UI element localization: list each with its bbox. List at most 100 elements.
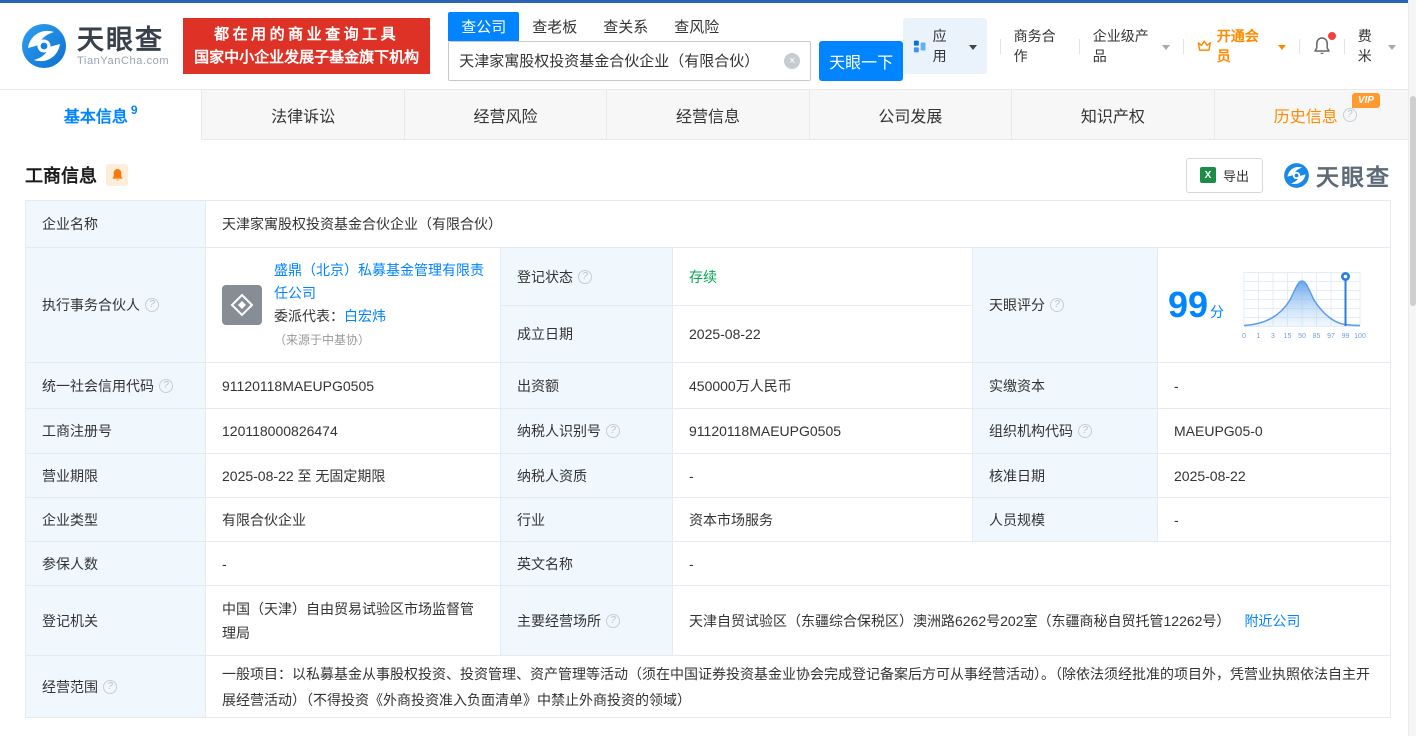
help-icon[interactable] — [1342, 107, 1357, 122]
search-area: 查公司 查老板 查关系 查风险 天眼一下 — [448, 11, 904, 81]
registration-status-value: 存续 — [673, 248, 973, 306]
tab-basic-info[interactable]: 基本信息 9 — [0, 90, 203, 140]
tab-business-risk[interactable]: 经营风险 — [404, 90, 608, 140]
credit-code-label: 统一社会信用代码 — [26, 363, 206, 409]
search-button[interactable]: 天眼一下 — [819, 40, 904, 81]
english-name-label: 英文名称 — [501, 542, 673, 586]
nav-business-cooperation[interactable]: 商务合作 — [1014, 26, 1066, 66]
executive-partner-value: 盛鼎（北京）私募基金管理有限责任公司 委派代表：白宏炜 （来源于中基协） — [206, 248, 501, 363]
search-input[interactable] — [449, 52, 785, 69]
help-icon[interactable] — [1078, 424, 1092, 438]
tianyancha-logo[interactable]: 天眼查 TianYanCha.com — [20, 22, 169, 70]
status-badge: 存续 — [689, 268, 717, 285]
business-scope-label: 经营范围 — [26, 656, 206, 717]
search-tabs: 查公司 查老板 查关系 查风险 — [448, 11, 903, 41]
search-tab-boss[interactable]: 查老板 — [519, 12, 590, 41]
enterprise-products-label: 企业级产品 — [1092, 28, 1149, 64]
svg-text:1: 1 — [1257, 333, 1261, 340]
apps-label: 应用 — [932, 28, 947, 64]
help-icon[interactable] — [1050, 298, 1064, 312]
taxpayer-quality-value: - — [673, 454, 973, 498]
search-tab-risk[interactable]: 查风险 — [661, 12, 732, 41]
help-icon[interactable] — [606, 424, 620, 438]
tab-label: 经营风险 — [473, 108, 538, 126]
divider — [1183, 38, 1185, 54]
tianyancha-watermark-icon — [1284, 162, 1309, 188]
tab-label: 公司发展 — [878, 108, 943, 126]
search-clear-icon[interactable] — [784, 52, 801, 69]
registration-authority-value: 中国（天津）自由贸易试验区市场监督管理局 — [206, 586, 501, 656]
company-name-label: 企业名称 — [26, 201, 206, 248]
partner-company-link[interactable]: 盛鼎（北京）私募基金管理有限责任公司 — [274, 262, 484, 301]
excel-icon — [1199, 167, 1216, 183]
site-header: 天眼查 TianYanCha.com 都在用的商业查询工具 国家中小企业发展子基… — [0, 3, 1416, 89]
svg-text:15: 15 — [1284, 333, 1292, 340]
tianyancha-logo-icon — [22, 24, 66, 68]
watermark-brand: 天眼查 — [1316, 164, 1391, 190]
establish-date-label: 成立日期 — [501, 306, 673, 363]
org-code-value: MAEUPG05-0 — [1158, 409, 1390, 454]
establish-date-value: 2025-08-22 — [673, 306, 973, 363]
staff-size-value: - — [1158, 498, 1390, 542]
tab-intellectual-property[interactable]: 知识产权 — [1012, 90, 1215, 140]
staff-size-label: 人员规模 — [973, 498, 1158, 542]
credit-code-value: 91120118MAEUPG0505 — [206, 363, 501, 409]
executive-partner-label: 执行事务合伙人 — [26, 248, 206, 363]
scrollbar-thumb[interactable] — [1410, 96, 1416, 306]
industry-label: 行业 — [501, 498, 673, 542]
tianyan-score-value: 99 分 0 1 3 15 50 85 97 99 100 — [1158, 248, 1390, 363]
username: 费米 — [1357, 28, 1372, 64]
chevron-down-icon — [1162, 44, 1171, 54]
apps-menu[interactable]: 应用 — [903, 18, 987, 74]
svg-text:85: 85 — [1313, 333, 1321, 340]
company-tabbar: 基本信息 9 法律诉讼 经营风险 经营信息 公司发展 知识产权 VIP 历史信息 — [0, 89, 1416, 140]
subscribe-bell-button[interactable] — [106, 164, 128, 186]
search-tab-relation[interactable]: 查关系 — [590, 12, 661, 41]
nav-enterprise-products[interactable]: 企业级产品 — [1092, 26, 1171, 66]
nearby-companies-link[interactable]: 附近公司 — [1244, 609, 1300, 633]
divider — [999, 38, 1001, 54]
divider — [1078, 38, 1080, 54]
partner-company-logo-icon[interactable] — [222, 285, 262, 325]
help-icon[interactable] — [578, 269, 592, 284]
tab-history-info[interactable]: VIP 历史信息 — [1214, 90, 1416, 140]
nav-open-vip[interactable]: 开通会员 — [1197, 26, 1286, 66]
approval-date-value: 2025-08-22 — [1158, 454, 1390, 498]
tab-label: 经营信息 — [675, 108, 740, 126]
registration-number-label: 工商注册号 — [26, 409, 206, 454]
tab-company-development[interactable]: 公司发展 — [809, 90, 1013, 140]
help-icon[interactable] — [145, 298, 159, 312]
delegate-rep-link[interactable]: 白宏炜 — [344, 308, 386, 324]
business-address-label: 主要经营场所 — [501, 586, 673, 656]
help-icon[interactable] — [159, 378, 173, 393]
svg-text:0: 0 — [1242, 333, 1246, 340]
svg-text:100: 100 — [1354, 333, 1366, 340]
svg-text:3: 3 — [1271, 333, 1275, 340]
capital-label: 出资额 — [501, 363, 673, 409]
notification-bell-icon[interactable] — [1313, 32, 1336, 56]
svg-text:99: 99 — [1342, 333, 1350, 340]
search-tab-company[interactable]: 查公司 — [448, 11, 520, 41]
tab-business-info[interactable]: 经营信息 — [607, 90, 810, 140]
insured-count-label: 参保人数 — [26, 542, 206, 586]
help-icon[interactable] — [606, 613, 620, 628]
slogan-line2: 国家中小企业发展子基金旗下机构 — [194, 49, 420, 66]
taxpayer-id-label: 纳税人识别号 — [501, 409, 673, 454]
english-name-value: - — [673, 542, 1390, 586]
scrollbar[interactable] — [1408, 0, 1416, 736]
user-menu[interactable]: 费米 — [1357, 26, 1397, 66]
taxpayer-id-value: 91120118MAEUPG0505 — [673, 409, 973, 454]
tab-legal-proceedings[interactable]: 法律诉讼 — [202, 90, 405, 140]
tab-label: 历史信息 — [1273, 108, 1338, 126]
business-address-value: 天津自贸试验区（东疆综合保税区）澳洲路6262号202室（东疆商秘自贸托管122… — [673, 586, 1390, 656]
svg-text:50: 50 — [1298, 333, 1306, 340]
business-term-value: 2025-08-22 至 无固定期限 — [206, 454, 501, 498]
vip-badge: VIP — [1351, 93, 1380, 108]
open-vip-label: 开通会员 — [1216, 28, 1259, 64]
org-code-label: 组织机构代码 — [973, 409, 1158, 454]
help-icon[interactable] — [103, 679, 117, 694]
export-button[interactable]: 导出 — [1185, 157, 1263, 193]
bell-icon — [111, 169, 123, 181]
score-number: 99 — [1168, 283, 1209, 325]
chevron-down-icon — [1388, 44, 1397, 54]
